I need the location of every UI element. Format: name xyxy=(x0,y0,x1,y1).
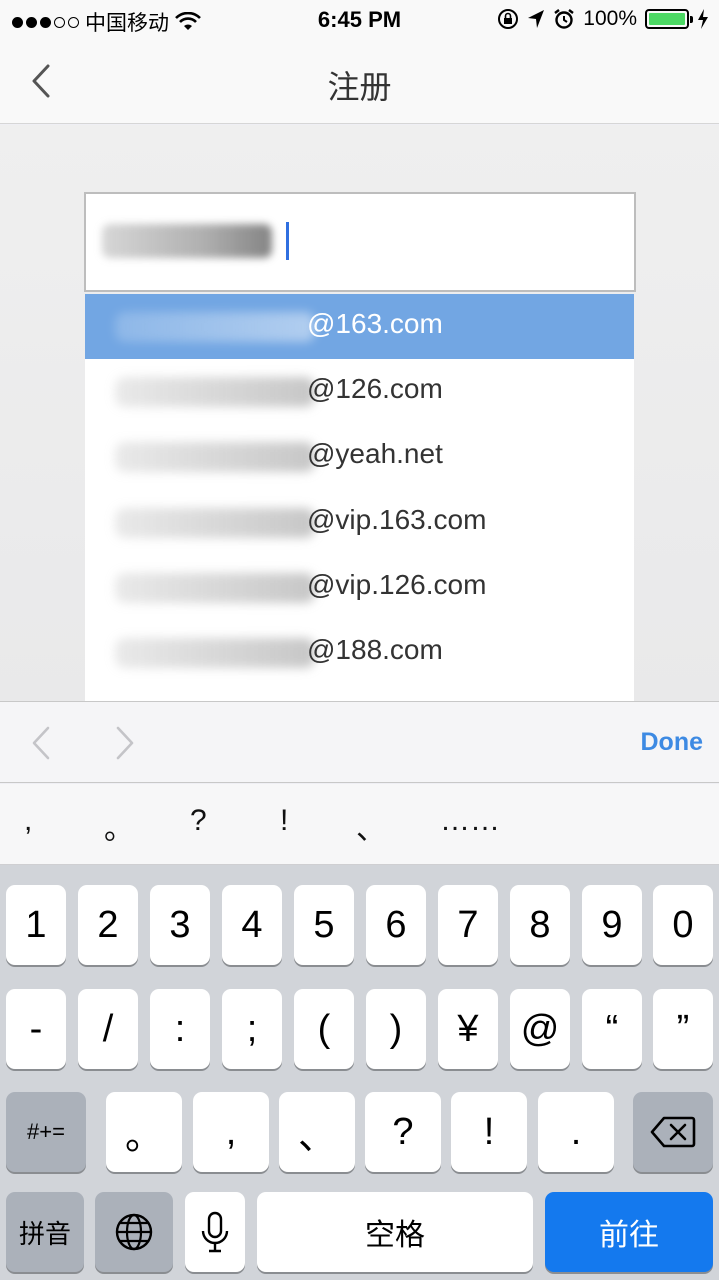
suggestion-item[interactable]: @yeah.net xyxy=(85,424,634,489)
keyboard: 1 2 3 4 5 6 7 8 9 0 - / : ; ( ) ¥ @ “ ” … xyxy=(0,865,719,1280)
redacted-username xyxy=(115,312,315,342)
suggestion-domain: @126.com xyxy=(307,373,443,404)
next-field-button[interactable] xyxy=(110,724,138,762)
candidate-enumeration-comma[interactable]: 、 xyxy=(356,804,386,848)
key-colon[interactable]: : xyxy=(150,989,210,1069)
key-hyphen[interactable]: - xyxy=(6,989,66,1069)
redacted-username xyxy=(115,638,315,668)
previous-field-button[interactable] xyxy=(28,724,56,762)
signal-dots-icon xyxy=(12,16,79,28)
keyboard-accessory-bar: Done xyxy=(0,701,719,783)
candidate-period[interactable]: 。 xyxy=(104,804,134,848)
candidate-comma[interactable]: , xyxy=(24,804,32,838)
key-1[interactable]: 1 xyxy=(6,885,66,965)
email-suggestion-list: @163.com @126.com @yeah.net @vip.163.com… xyxy=(85,294,634,704)
chevron-left-icon xyxy=(32,726,50,760)
suggestion-item[interactable]: @vip.163.com xyxy=(85,490,634,555)
status-right: 100% xyxy=(497,7,709,31)
suggestion-domain: @yeah.net xyxy=(307,438,443,469)
key-dot[interactable]: . xyxy=(538,1092,614,1172)
email-input[interactable] xyxy=(84,192,636,292)
candidate-ellipsis[interactable]: …… xyxy=(440,804,500,838)
key-at[interactable]: @ xyxy=(510,989,570,1069)
punctuation-candidate-bar: , 。 ? ! 、 …… xyxy=(0,784,719,865)
key-9[interactable]: 9 xyxy=(582,885,642,965)
key-6[interactable]: 6 xyxy=(366,885,426,965)
redacted-username xyxy=(115,508,315,538)
key-cn-period[interactable]: 。 xyxy=(106,1092,182,1172)
charging-bolt-icon xyxy=(698,9,708,29)
orientation-lock-icon xyxy=(498,9,519,29)
key-7[interactable]: 7 xyxy=(438,885,498,965)
dictation-key[interactable] xyxy=(185,1192,245,1272)
suggestion-domain: @vip.126.com xyxy=(307,569,487,600)
key-slash[interactable]: / xyxy=(78,989,138,1069)
back-button[interactable] xyxy=(22,60,66,104)
redacted-username xyxy=(115,573,315,603)
nav-bar: 注册 xyxy=(0,40,719,124)
status-bar: 中国移动 6:45 PM 100% xyxy=(0,0,719,40)
suggestion-item[interactable]: @188.com xyxy=(85,620,634,685)
suggestion-domain: @163.com xyxy=(307,308,443,339)
suggestion-domain: @188.com xyxy=(307,634,443,665)
candidate-exclamation[interactable]: ! xyxy=(280,804,288,838)
alarm-icon xyxy=(554,9,575,29)
key-yen[interactable]: ¥ xyxy=(438,989,498,1069)
redacted-username xyxy=(115,442,315,472)
suggestion-item[interactable]: @163.com xyxy=(85,294,634,359)
pinyin-key[interactable]: 拼音 xyxy=(6,1192,84,1272)
battery-percent: 100% xyxy=(583,7,637,30)
key-8[interactable]: 8 xyxy=(510,885,570,965)
key-cn-comma[interactable]: , xyxy=(193,1092,269,1172)
backspace-key[interactable] xyxy=(633,1092,713,1172)
key-0[interactable]: 0 xyxy=(653,885,713,965)
register-form-area: @163.com @126.com @yeah.net @vip.163.com… xyxy=(0,125,719,704)
globe-icon xyxy=(115,1213,153,1251)
battery-icon xyxy=(645,9,693,29)
candidate-question[interactable]: ? xyxy=(190,804,207,838)
key-semicolon[interactable]: ; xyxy=(222,989,282,1069)
key-open-quote[interactable]: “ xyxy=(582,989,642,1069)
done-button[interactable]: Done xyxy=(641,728,704,757)
key-4[interactable]: 4 xyxy=(222,885,282,965)
key-cn-exclamation[interactable]: ! xyxy=(451,1092,527,1172)
backspace-icon xyxy=(650,1116,696,1148)
suggestion-domain: @vip.163.com xyxy=(307,504,487,535)
key-open-paren[interactable]: ( xyxy=(294,989,354,1069)
key-3[interactable]: 3 xyxy=(150,885,210,965)
redacted-input-text xyxy=(102,224,272,258)
status-left: 中国移动 xyxy=(12,7,201,37)
redacted-username xyxy=(115,377,315,407)
key-2[interactable]: 2 xyxy=(78,885,138,965)
chevron-right-icon xyxy=(116,726,134,760)
key-cn-question[interactable]: ? xyxy=(365,1092,441,1172)
suggestion-item[interactable]: @vip.126.com xyxy=(85,555,634,620)
key-close-quote[interactable]: ” xyxy=(653,989,713,1069)
location-arrow-icon xyxy=(528,10,545,28)
carrier-label: 中国移动 xyxy=(85,12,169,35)
go-key[interactable]: 前往 xyxy=(545,1192,713,1272)
key-close-paren[interactable]: ) xyxy=(366,989,426,1069)
chevron-left-icon xyxy=(32,64,50,98)
globe-key[interactable] xyxy=(95,1192,173,1272)
key-cn-enumeration-comma[interactable]: 、 xyxy=(279,1092,355,1172)
space-key[interactable]: 空格 xyxy=(257,1192,533,1272)
text-caret xyxy=(286,222,289,260)
page-title: 注册 xyxy=(327,69,392,105)
suggestion-item[interactable]: @126.com xyxy=(85,359,634,424)
microphone-icon xyxy=(201,1211,229,1253)
key-5[interactable]: 5 xyxy=(294,885,354,965)
key-more-symbols[interactable]: #+= xyxy=(6,1092,86,1172)
wifi-icon xyxy=(175,12,201,30)
